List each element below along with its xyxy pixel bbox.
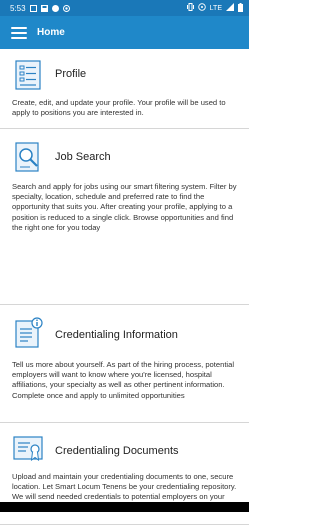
notification-icon: [29, 4, 37, 12]
card-title: Credentialing Documents: [55, 445, 179, 457]
profile-card[interactable]: Profile Create, edit, and update your pr…: [0, 49, 249, 129]
system-navigation-bar: [0, 502, 249, 512]
page-title: Home: [37, 27, 65, 38]
signal-icon: [226, 3, 234, 13]
record-icon: [62, 4, 70, 12]
card-description: Tell us more about yourself. As part of …: [12, 360, 235, 400]
job-search-icon: [12, 141, 44, 173]
s-app-icon: [51, 4, 59, 12]
battery-icon: [238, 2, 243, 14]
profile-form-icon: [12, 59, 44, 91]
home-card-list: Profile Create, edit, and update your pr…: [0, 49, 249, 525]
credentialing-information-card[interactable]: Credentialing Information Tell us more a…: [0, 305, 249, 423]
status-time: 5:53: [10, 3, 26, 13]
network-type-label: LTE: [209, 4, 222, 12]
credentialing-documents-icon: [12, 433, 44, 465]
card-description: Search and apply for jobs using our smar…: [12, 182, 237, 232]
credentialing-info-icon: [12, 317, 44, 349]
card-title: Job Search: [55, 151, 111, 163]
card-description: Create, edit, and update your profile. Y…: [12, 98, 226, 118]
menu-icon[interactable]: [11, 26, 27, 39]
vibrate-icon: [186, 3, 194, 13]
card-title: Credentialing Information: [55, 329, 178, 341]
job-search-card[interactable]: Job Search Search and apply for jobs usi…: [0, 129, 249, 305]
status-bar: 5:53 LTE: [0, 0, 249, 16]
save-icon: [40, 4, 48, 12]
card-title: Profile: [55, 68, 87, 80]
app-bar: Home: [0, 16, 249, 49]
hotspot-icon: [197, 3, 206, 13]
